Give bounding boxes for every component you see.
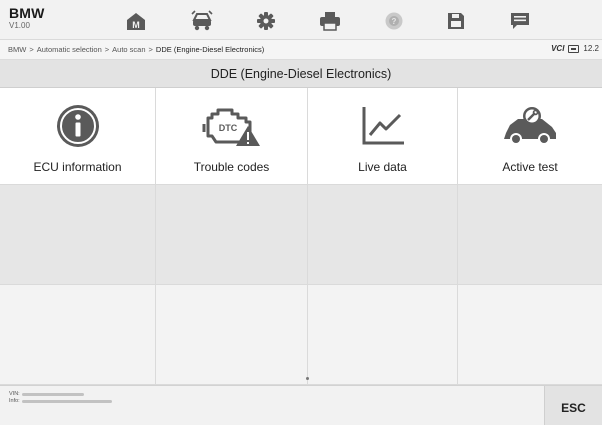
breadcrumb-bar: BMW > Automatic selection > Auto scan > DDE (E…: [0, 40, 602, 60]
battery-icon: [568, 44, 580, 53]
vin-label: VIN:: [9, 391, 20, 397]
gear-icon: [257, 12, 275, 30]
function-grid: ECU information DTC Trouble codes Live d…: [0, 88, 602, 385]
vin-value-redacted: [21, 392, 84, 396]
info-label: Info:: [9, 398, 20, 404]
bottom-bar: VIN: Info: ESC: [0, 385, 602, 425]
status-area: VCI 12.2: [551, 44, 599, 53]
svg-text:DTC: DTC: [218, 123, 237, 133]
info-line: Info:: [9, 398, 112, 404]
empty-tile: [0, 285, 156, 385]
trouble-codes-tile[interactable]: DTC Trouble codes: [156, 88, 308, 185]
breadcrumb-item-automatic-selection[interactable]: Automatic selection: [37, 45, 102, 54]
home-button[interactable]: M: [116, 8, 156, 34]
vehicle-swap-icon: [191, 10, 213, 31]
active-test-tile[interactable]: Active test: [458, 88, 602, 185]
print-button[interactable]: [310, 8, 350, 34]
info-icon: [48, 102, 108, 150]
svg-text:?: ?: [392, 17, 397, 26]
vci-status: VCI: [551, 44, 565, 53]
breadcrumb: BMW > Automatic selection > Auto scan > DDE (E…: [8, 45, 265, 54]
top-toolbar: BMW V1.00 M ?: [0, 0, 602, 40]
page-indicator: [306, 377, 309, 380]
message-icon: [511, 13, 529, 29]
printer-icon: [320, 12, 340, 31]
engine-warning-icon: DTC: [202, 102, 262, 150]
active-test-label: Active test: [502, 160, 558, 174]
version-label: V1.00: [9, 21, 30, 30]
brand-name: BMW: [9, 5, 45, 21]
empty-tile: [458, 285, 602, 385]
vehicle-swap-button[interactable]: [182, 8, 222, 34]
esc-button[interactable]: ESC: [544, 386, 602, 425]
home-icon: M: [127, 13, 145, 30]
help-icon: ?: [385, 12, 403, 30]
info-value-redacted: [21, 399, 112, 403]
page-title: DDE (Engine-Diesel Electronics): [0, 60, 602, 88]
empty-tile: [0, 185, 156, 285]
svg-text:M: M: [132, 20, 140, 30]
ecu-information-tile[interactable]: ECU information: [0, 88, 156, 185]
data-logging-button[interactable]: [500, 8, 540, 34]
empty-tile: [156, 185, 308, 285]
empty-tile: [308, 185, 458, 285]
save-icon: [448, 13, 464, 29]
trouble-codes-label: Trouble codes: [193, 160, 270, 174]
car-wrench-icon: [500, 102, 560, 150]
empty-tile: [156, 285, 308, 385]
breadcrumb-item-auto-scan[interactable]: Auto scan: [112, 45, 145, 54]
help-button[interactable]: ?: [374, 8, 414, 34]
ecu-information-label: ECU information: [33, 160, 122, 174]
save-button[interactable]: [436, 8, 476, 34]
empty-tile: [308, 285, 458, 385]
vin-line: VIN:: [9, 391, 84, 397]
empty-tile: [458, 185, 602, 285]
live-data-tile[interactable]: Live data: [308, 88, 458, 185]
breadcrumb-item-current: DDE (Engine-Diesel Electronics): [155, 45, 265, 54]
brand: BMW V1.00: [9, 5, 45, 31]
voltage-value: 12.2: [583, 44, 599, 53]
settings-button[interactable]: [246, 8, 286, 34]
live-data-label: Live data: [358, 160, 407, 174]
line-chart-icon: [353, 102, 413, 150]
breadcrumb-item-bmw[interactable]: BMW: [8, 45, 26, 54]
